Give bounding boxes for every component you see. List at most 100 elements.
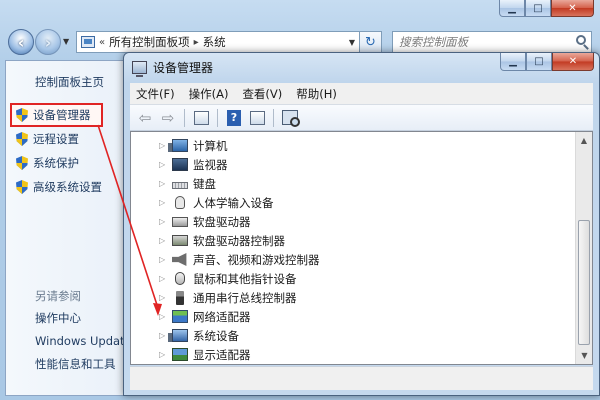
device-category-label: 显示适配器 bbox=[193, 347, 251, 362]
expand-arrow-icon[interactable]: ▷ bbox=[159, 274, 167, 283]
view-button[interactable] bbox=[248, 109, 266, 127]
toolbar-separator bbox=[273, 108, 274, 127]
device-category-row[interactable]: ▷ 显示适配器 bbox=[159, 345, 320, 364]
menu-bar: 文件(F) 操作(A) 查看(V) 帮助(H) bbox=[130, 83, 593, 105]
device-category-row[interactable]: ▷ 鼠标和其他指针设备 bbox=[159, 269, 320, 288]
device-category-row[interactable]: ▷ 通用串行总线控制器 bbox=[159, 288, 320, 307]
address-dropdown[interactable]: ▼ bbox=[345, 32, 359, 52]
device-category-label: 系统设备 bbox=[193, 328, 239, 343]
device-category-row[interactable]: ▷ 网络适配器 bbox=[159, 307, 320, 326]
dm-minimize-button[interactable]: ▁ bbox=[500, 53, 526, 71]
dm-maximize-button[interactable]: □ bbox=[526, 53, 552, 71]
device-category-label: 监视器 bbox=[193, 157, 228, 172]
expand-arrow-icon[interactable]: ▷ bbox=[159, 179, 167, 188]
advanced-system-settings-link[interactable]: 高级系统设置 bbox=[13, 175, 128, 199]
expand-arrow-icon[interactable]: ▷ bbox=[159, 293, 167, 302]
back-button[interactable]: ‹ bbox=[8, 29, 34, 55]
display-icon bbox=[172, 348, 188, 361]
device-category-label: 通用串行总线控制器 bbox=[193, 290, 297, 305]
refresh-button[interactable]: ↻ bbox=[360, 31, 382, 53]
maximize-button[interactable]: □ bbox=[525, 0, 551, 17]
dm-titlebar: 设备管理器 bbox=[132, 59, 214, 77]
minimize-button[interactable]: ▁ bbox=[499, 0, 525, 17]
search-box[interactable] bbox=[392, 31, 592, 53]
expand-arrow-icon[interactable]: ▷ bbox=[159, 217, 167, 226]
network-icon bbox=[172, 310, 188, 323]
menu-action[interactable]: 操作(A) bbox=[189, 86, 229, 102]
menu-file[interactable]: 文件(F) bbox=[136, 86, 175, 102]
remote-settings-link[interactable]: 远程设置 bbox=[13, 127, 128, 151]
keyboard-icon bbox=[172, 182, 188, 189]
disk-icon bbox=[172, 216, 188, 227]
recent-pages-dropdown[interactable]: ▼ bbox=[63, 37, 69, 46]
scan-hardware-button[interactable] bbox=[281, 109, 300, 127]
performance-tools-link[interactable]: 性能信息和工具 bbox=[35, 353, 125, 376]
scan-hardware-icon bbox=[282, 110, 300, 127]
close-button[interactable]: ✕ bbox=[551, 0, 594, 17]
breadcrumb-all-items[interactable]: 所有控制面板项 bbox=[109, 34, 190, 50]
dm-window-title: 设备管理器 bbox=[153, 61, 214, 75]
device-category-row[interactable]: ▷ 键盘 bbox=[159, 174, 320, 193]
device-category-row[interactable]: ▷ 声音、视频和游戏控制器 bbox=[159, 250, 320, 269]
toolbar-separator bbox=[217, 108, 218, 127]
system-protection-link[interactable]: 系统保护 bbox=[13, 151, 128, 175]
device-manager-icon bbox=[132, 61, 147, 77]
back-arrow-icon[interactable]: ⇦ bbox=[136, 109, 154, 127]
task-list: 设备管理器 远程设置 系统保护 高级系统设置 bbox=[10, 103, 128, 199]
device-category-row[interactable]: ▷ 软盘驱动器控制器 bbox=[159, 231, 320, 250]
expand-arrow-icon[interactable]: ▷ bbox=[159, 236, 167, 245]
expand-arrow-icon[interactable]: ▷ bbox=[159, 141, 167, 150]
vertical-scrollbar[interactable]: ▲ ▼ bbox=[575, 132, 592, 364]
device-category-label: 鼠标和其他指针设备 bbox=[193, 271, 297, 286]
search-icon[interactable] bbox=[576, 35, 586, 45]
expand-arrow-icon[interactable]: ▷ bbox=[159, 331, 167, 340]
scroll-down-arrow[interactable]: ▼ bbox=[576, 347, 593, 364]
menu-view[interactable]: 查看(V) bbox=[242, 86, 282, 102]
expand-arrow-icon[interactable]: ▷ bbox=[159, 312, 167, 321]
device-category-row[interactable]: ▷ 系统设备 bbox=[159, 326, 320, 345]
scroll-up-arrow[interactable]: ▲ bbox=[576, 132, 592, 149]
computer-icon bbox=[168, 139, 188, 152]
breadcrumb-system[interactable]: 系统 bbox=[203, 34, 226, 50]
expand-arrow-icon[interactable]: ▷ bbox=[159, 160, 167, 169]
expand-arrow-icon[interactable]: ▷ bbox=[159, 255, 167, 264]
device-manager-window: 设备管理器 ▁ □ ✕ 文件(F) 操作(A) 查看(V) 帮助(H) ⇦ ⇨ … bbox=[123, 52, 600, 396]
shield-icon bbox=[16, 180, 28, 194]
search-input[interactable] bbox=[393, 32, 568, 52]
dm-caption-buttons: ▁ □ ✕ bbox=[500, 53, 594, 71]
toolbar: ⇦ ⇨ ? bbox=[130, 105, 593, 131]
device-category-row[interactable]: ▷ 软盘驱动器 bbox=[159, 212, 320, 231]
breadcrumb-overflow[interactable]: « bbox=[99, 37, 105, 48]
action-center-link[interactable]: 操作中心 bbox=[35, 307, 125, 330]
control-panel-home-link[interactable]: 控制面板主页 bbox=[35, 74, 104, 90]
breadcrumb-separator[interactable]: ▸ bbox=[194, 37, 199, 48]
system-icon bbox=[168, 329, 188, 342]
device-manager-link[interactable]: 设备管理器 bbox=[10, 103, 103, 127]
windows-update-link[interactable]: Windows Updat bbox=[35, 330, 125, 353]
scroll-thumb[interactable] bbox=[578, 220, 590, 345]
device-category-label: 声音、视频和游戏控制器 bbox=[193, 252, 320, 267]
address-bar[interactable]: « 所有控制面板项 ▸ 系统 ▼ bbox=[76, 31, 360, 53]
device-category-label: 键盘 bbox=[193, 176, 216, 191]
device-category-row[interactable]: ▷ 监视器 bbox=[159, 155, 320, 174]
task-label: 远程设置 bbox=[33, 132, 79, 146]
monitor-icon bbox=[172, 158, 188, 171]
mouse-icon bbox=[175, 272, 185, 285]
forward-button[interactable]: › bbox=[35, 29, 61, 55]
device-category-label: 计算机 bbox=[193, 138, 228, 153]
sound-icon bbox=[172, 253, 187, 266]
properties-button[interactable] bbox=[192, 109, 210, 127]
task-label: 系统保护 bbox=[33, 156, 79, 170]
usb-icon bbox=[176, 290, 184, 305]
expand-arrow-icon[interactable]: ▷ bbox=[159, 350, 167, 359]
device-category-label: 软盘驱动器控制器 bbox=[193, 233, 285, 248]
dm-close-button[interactable]: ✕ bbox=[552, 53, 594, 71]
device-category-row[interactable]: ▷ 人体学输入设备 bbox=[159, 193, 320, 212]
help-button[interactable]: ? bbox=[225, 109, 243, 127]
menu-help[interactable]: 帮助(H) bbox=[296, 86, 337, 102]
task-label: 设备管理器 bbox=[33, 108, 91, 122]
see-also-heading: 另请参阅 bbox=[35, 289, 81, 303]
device-category-row[interactable]: ▷ 计算机 bbox=[159, 136, 320, 155]
expand-arrow-icon[interactable]: ▷ bbox=[159, 198, 167, 207]
forward-arrow-icon[interactable]: ⇨ bbox=[159, 109, 177, 127]
